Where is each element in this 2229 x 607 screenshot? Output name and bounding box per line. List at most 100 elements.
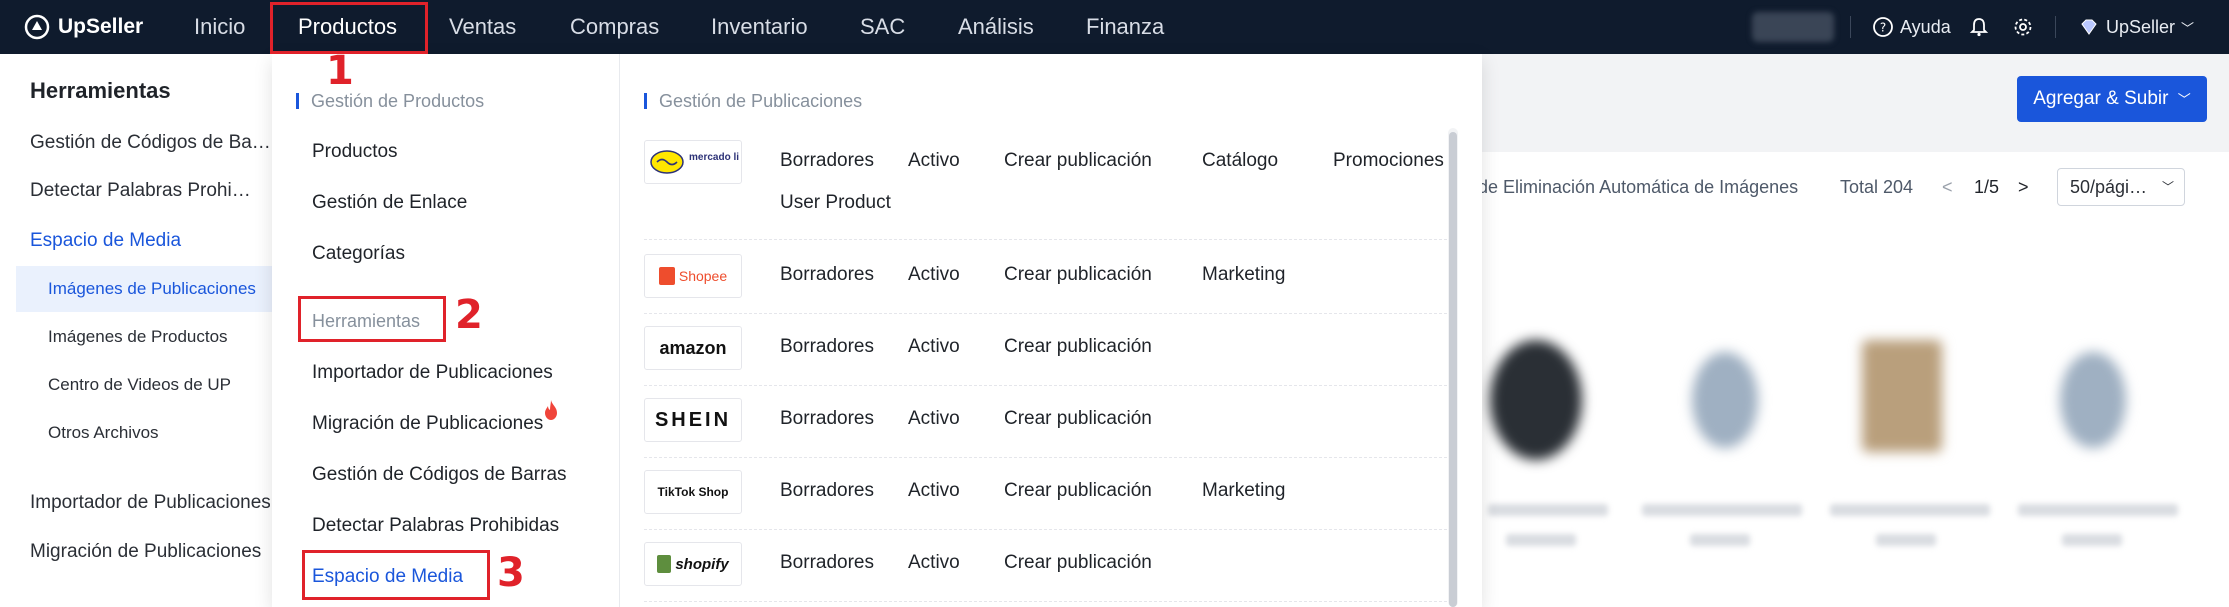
- media-thumbnail[interactable]: [1862, 340, 1942, 452]
- tiktok-logo-text: TikTok Shop: [657, 485, 729, 499]
- section-bar: [296, 93, 299, 109]
- left-sidebar: Herramientas Gestión de Códigos de Ba… D…: [0, 54, 272, 607]
- menu-item-importador[interactable]: Importador de Publicaciones: [312, 362, 553, 384]
- page-size-select[interactable]: 50/pági… ﹀: [2057, 168, 2185, 206]
- nav-sac[interactable]: SAC: [860, 0, 905, 54]
- ml-user-product-link[interactable]: User Product: [780, 192, 891, 214]
- amazon-activo-link[interactable]: Activo: [908, 336, 960, 358]
- amazon-logo-text: amazon: [659, 337, 727, 358]
- shopee-borradores-link[interactable]: Borradores: [780, 264, 874, 286]
- thumbnail-label: [2062, 534, 2122, 546]
- annotation-number-3: 3: [497, 550, 525, 596]
- dropdown-scrollbar-thumb[interactable]: [1449, 132, 1457, 607]
- tiktok-crear-publicacion-link[interactable]: Crear publicación: [1004, 480, 1152, 502]
- platform-row-shopee: Shopee Borradores Activo Crear publicaci…: [644, 254, 1452, 314]
- sidebar-item-gestion-codigos[interactable]: Gestión de Códigos de Ba…: [30, 132, 270, 154]
- page-size-value: 50/pági…: [2070, 177, 2148, 197]
- thumbnail-label: [2018, 504, 2178, 516]
- shopify-bag-icon: [657, 555, 672, 573]
- prev-page-icon[interactable]: <: [1942, 177, 1953, 198]
- platform-row-shein: SHEIN Borradores Activo Crear publicació…: [644, 398, 1452, 458]
- shopee-crear-publicacion-link[interactable]: Crear publicación: [1004, 264, 1152, 286]
- media-thumbnail[interactable]: [2060, 352, 2126, 448]
- amazon-borradores-link[interactable]: Borradores: [780, 336, 874, 358]
- tiktok-borradores-link[interactable]: Borradores: [780, 480, 874, 502]
- next-page-icon[interactable]: >: [2018, 177, 2029, 198]
- help-link[interactable]: ? Ayuda: [1872, 0, 1951, 54]
- amazon-logo: amazon: [644, 326, 742, 370]
- nav-analisis[interactable]: Análisis: [958, 0, 1034, 54]
- divider: [2055, 16, 2056, 38]
- tiktok-marketing-link[interactable]: Marketing: [1202, 480, 1285, 502]
- shopee-logo-text: Shopee: [678, 268, 728, 284]
- platform-row-amazon: amazon Borradores Activo Crear publicaci…: [644, 326, 1452, 386]
- sidebar-subitem-imagenes-publicaciones[interactable]: Imágenes de Publicaciones: [48, 279, 256, 299]
- sidebar-subitem-imagenes-productos[interactable]: Imágenes de Productos: [48, 327, 228, 347]
- sidebar-subitem-centro-videos[interactable]: Centro de Videos de UP: [48, 375, 231, 395]
- ml-catalogo-link[interactable]: Catálogo: [1202, 150, 1278, 172]
- settings-button[interactable]: [2012, 0, 2034, 54]
- ml-crear-publicacion-link[interactable]: Crear publicación: [1004, 150, 1152, 172]
- gear-icon: [2012, 16, 2034, 38]
- nav-compras[interactable]: Compras: [570, 0, 659, 54]
- media-thumbnail[interactable]: [1692, 352, 1758, 448]
- platform-row-mercadolibre: mercado libre Borradores Activo Crear pu…: [644, 140, 1452, 240]
- thumbnail-label: [1642, 504, 1802, 516]
- thumbnail-label: [1488, 504, 1608, 516]
- menu-item-gestion-enlace[interactable]: Gestión de Enlace: [312, 192, 467, 214]
- section-gestion-productos: Gestión de Productos: [296, 91, 484, 112]
- section-gestion-publicaciones: Gestión de Publicaciones: [644, 91, 862, 112]
- shopify-logo-text: shopify: [675, 555, 729, 573]
- thumbnail-label: [1876, 534, 1936, 546]
- shopify-crear-publicacion-link[interactable]: Crear publicación: [1004, 552, 1152, 574]
- menu-item-gestion-codigos[interactable]: Gestión de Códigos de Barras: [312, 464, 567, 486]
- thumbnail-label: [1830, 504, 1990, 516]
- shopee-activo-link[interactable]: Activo: [908, 264, 960, 286]
- menu-item-migracion[interactable]: Migración de Publicaciones: [312, 413, 543, 435]
- nav-ventas[interactable]: Ventas: [449, 0, 516, 54]
- help-icon: ?: [1872, 16, 1894, 38]
- shein-borradores-link[interactable]: Borradores: [780, 408, 874, 430]
- ml-borradores-link[interactable]: Borradores: [780, 150, 874, 172]
- menu-item-categorias[interactable]: Categorías: [312, 243, 405, 265]
- add-upload-button[interactable]: Agregar & Subir ﹀: [2017, 76, 2207, 122]
- blurred-user-info: [1752, 12, 1834, 42]
- sidebar-item-migracion[interactable]: Migración de Publicaciones: [30, 541, 270, 563]
- media-thumbnail[interactable]: [1490, 340, 1582, 460]
- ml-promociones-link[interactable]: Promociones: [1333, 150, 1444, 172]
- ml-activo-link[interactable]: Activo: [908, 150, 960, 172]
- nav-inicio[interactable]: Inicio: [194, 0, 245, 54]
- nav-inventario[interactable]: Inventario: [711, 0, 808, 54]
- shopify-logo: shopify: [644, 542, 742, 586]
- shopee-marketing-link[interactable]: Marketing: [1202, 264, 1285, 286]
- shein-logo-text: SHEIN: [654, 408, 732, 431]
- shein-crear-publicacion-link[interactable]: Crear publicación: [1004, 408, 1152, 430]
- shopify-activo-link[interactable]: Activo: [908, 552, 960, 574]
- menu-item-detectar-palabras[interactable]: Detectar Palabras Prohibidas: [312, 515, 559, 537]
- notifications-button[interactable]: [1968, 0, 1990, 54]
- total-count: Total 204: [1840, 177, 1914, 197]
- nav-finanza[interactable]: Finanza: [1086, 0, 1164, 54]
- shopee-bag-icon: [658, 267, 675, 285]
- shopify-borradores-link[interactable]: Borradores: [780, 552, 874, 574]
- sidebar-subitem-otros-archivos[interactable]: Otros Archivos: [48, 423, 159, 443]
- sidebar-item-espacio-media[interactable]: Espacio de Media: [30, 230, 270, 252]
- app-name: UpSeller: [58, 15, 144, 38]
- upseller-logo[interactable]: UpSeller: [24, 14, 143, 40]
- menu-item-productos[interactable]: Productos: [312, 141, 398, 163]
- sidebar-item-importador[interactable]: Importador de Publicaciones: [30, 492, 270, 514]
- shein-activo-link[interactable]: Activo: [908, 408, 960, 430]
- svg-text:?: ?: [1880, 21, 1886, 35]
- sidebar-item-detectar-palabras[interactable]: Detectar Palabras Prohi…: [30, 180, 270, 202]
- fire-icon: [545, 400, 557, 420]
- annotation-number-1: 1: [326, 48, 354, 94]
- section-label: Gestión de Publicaciones: [659, 91, 863, 111]
- annotation-box-herramientas: [298, 296, 446, 342]
- chevron-down-icon: ﹀: [2181, 20, 2195, 36]
- amazon-crear-publicacion-link[interactable]: Crear publicación: [1004, 336, 1152, 358]
- mercadolibre-logo-text: mercado libre: [689, 152, 739, 163]
- section-bar: [644, 93, 647, 109]
- tiktok-activo-link[interactable]: Activo: [908, 480, 960, 502]
- auto-delete-setting[interactable]: de Eliminación Automática de Imágenes: [1478, 177, 1798, 198]
- account-menu[interactable]: UpSeller ﹀: [2078, 0, 2194, 54]
